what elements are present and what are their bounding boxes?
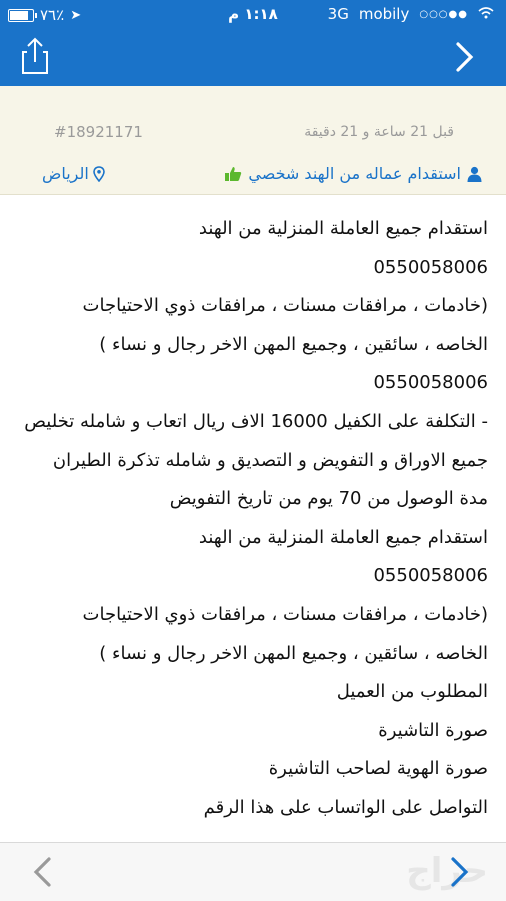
- ad-id: #18921171: [54, 123, 143, 141]
- signal-dots-icon: ○○○●●: [419, 8, 468, 20]
- bottom-toolbar: حراج: [0, 842, 506, 901]
- description-line: جميع الاوراق و التفويض و التصديق و شامله…: [52, 449, 488, 471]
- chevron-right-icon: [451, 857, 469, 887]
- nav-bar: [0, 30, 506, 86]
- description-line: 0550058006: [373, 565, 488, 587]
- category-label: استقدام عماله من الهند شخصي: [248, 164, 461, 183]
- map-pin-icon: [93, 165, 105, 182]
- description-line: الخاصه ، سائقين ، وجميع المهن الاخر رجال…: [99, 642, 488, 664]
- description-line: المطلوب من العميل: [336, 681, 488, 703]
- ad-description: استقدام جميع العاملة المنزلية من الهند 0…: [22, 210, 488, 828]
- posted-time: قبل 21 ساعة و 21 دقيقة: [304, 124, 454, 140]
- description-line: التواصل على الواتساب على هذا الرقم: [203, 796, 488, 818]
- network-type: 3G: [327, 5, 349, 23]
- description-line: مدة الوصول من 70 يوم من تاريخ التفويض: [169, 488, 488, 510]
- description-line: صورة التاشيرة: [378, 719, 488, 741]
- carrier-name: mobily: [358, 5, 410, 23]
- thumbs-up-icon: [225, 166, 242, 181]
- share-icon: [22, 37, 48, 74]
- description-line: استقدام جميع العاملة المنزلية من الهند: [198, 218, 488, 239]
- category-link[interactable]: استقدام عماله من الهند شخصي: [224, 164, 482, 183]
- next-ad-button[interactable]: [446, 855, 472, 889]
- description-line: (خادمات ، مرافقات مسنات ، مرافقات ذوي ال…: [82, 603, 488, 625]
- description-line: صورة الهوية لصاحب التاشيرة: [268, 758, 488, 780]
- back-button[interactable]: [452, 40, 478, 74]
- status-bar: ٧٦٪ ➤ ١:١٨ م 3G mobily ○○○●●: [0, 0, 506, 30]
- wifi-icon: [478, 5, 494, 23]
- chevron-left-icon: [33, 857, 51, 887]
- description-line: 0550058006: [373, 256, 488, 278]
- previous-ad-button[interactable]: [30, 855, 56, 889]
- ad-meta: #18921171 قبل 21 ساعة و 21 دقيقة الرياض …: [0, 86, 506, 195]
- top-bar: ٧٦٪ ➤ ١:١٨ م 3G mobily ○○○●●: [0, 0, 506, 86]
- user-icon: [467, 166, 482, 182]
- location-link[interactable]: الرياض: [42, 164, 105, 183]
- description-line: استقدام جميع العاملة المنزلية من الهند: [198, 526, 488, 548]
- chevron-right-icon: [456, 42, 474, 72]
- description-line: - التكلفة على الكفيل 16000 الاف ريال اتع…: [24, 410, 488, 432]
- description-line: 0550058006: [373, 372, 488, 394]
- description-line: (خادمات ، مرافقات مسنات ، مرافقات ذوي ال…: [82, 295, 488, 317]
- location-label: الرياض: [42, 164, 89, 183]
- description-line: الخاصه ، سائقين ، وجميع المهن الاخر رجال…: [99, 333, 488, 355]
- share-button[interactable]: [18, 36, 52, 76]
